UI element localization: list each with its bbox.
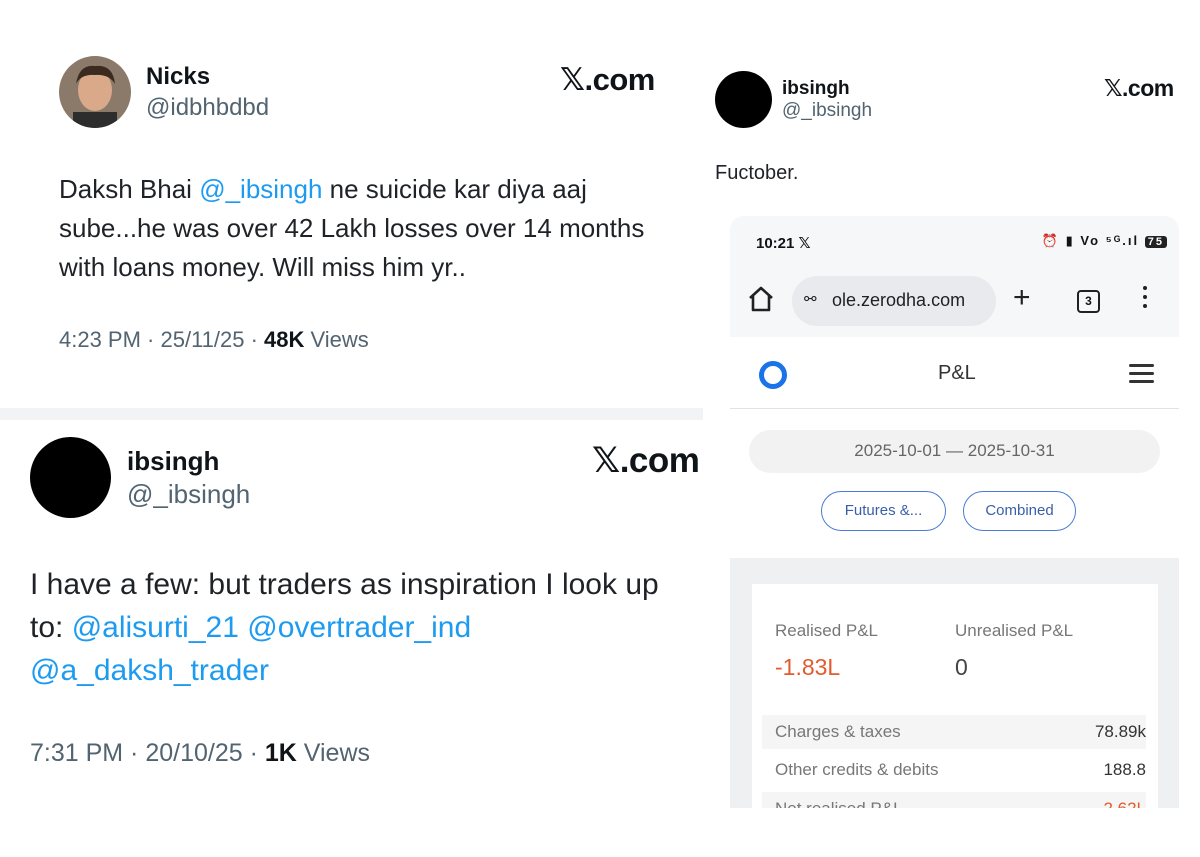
x-logo-domain: .com xyxy=(619,441,700,480)
new-tab-icon[interactable]: + xyxy=(1013,281,1031,315)
author-handle[interactable]: @_ibsingh xyxy=(127,479,250,510)
date-range-text: 2025-10-01 — 2025-10-31 xyxy=(749,441,1160,461)
unrealised-pnl-label: Unrealised P&L xyxy=(955,621,1074,640)
tweet-text: Daksh Bhai @_ibsingh ne suicide kar diya… xyxy=(59,170,659,287)
home-icon[interactable] xyxy=(746,284,776,314)
status-bar-icons: ⏰ ▮ Vo ⁵ᴳ.ıl 75 xyxy=(1042,233,1167,249)
avatar[interactable] xyxy=(715,71,772,128)
views-label: Views xyxy=(296,739,371,767)
date-from: 2025-10-01 xyxy=(854,441,942,460)
x-icon: 𝕏 xyxy=(560,62,585,98)
author-name[interactable]: ibsingh xyxy=(127,446,219,477)
mention-link[interactable]: @_ibsingh xyxy=(199,174,322,204)
mention-link[interactable]: @overtrader_ind xyxy=(247,611,471,644)
row-value: 188.8 xyxy=(1103,760,1146,779)
signal-icon: ⏰ ▮ Vo ⁵ᴳ.ıl xyxy=(1041,233,1140,248)
tweet-timestamp[interactable]: 4:23 PM · 25/11/25 · xyxy=(59,327,264,352)
row-label: Net realised P&L xyxy=(775,799,903,808)
realised-pnl-label: Realised P&L xyxy=(775,621,879,640)
unrealised-pnl-value: 0 xyxy=(955,654,968,680)
x-icon: 𝕏 xyxy=(592,441,620,481)
author-name[interactable]: Nicks xyxy=(146,63,210,91)
realised-pnl-value: -1.83L xyxy=(775,654,841,680)
header-divider xyxy=(730,408,1179,409)
tweet-text: I have a few: but traders as inspiration… xyxy=(30,563,700,692)
mention-link[interactable]: @a_daksh_trader xyxy=(30,654,269,687)
tweet-meta: 4:23 PM · 25/11/25 · 48K Views xyxy=(59,327,369,353)
author-handle[interactable]: @_ibsingh xyxy=(782,100,872,122)
author-handle[interactable]: @idbhbdbd xyxy=(146,94,269,122)
row-label: Other credits & debits xyxy=(775,760,939,779)
net-realised-row: Net realised P&L -2.62L xyxy=(762,792,1146,808)
views-count: 48K xyxy=(264,327,305,352)
date-range-picker[interactable]: 2025-10-01 — 2025-10-31 xyxy=(749,430,1160,473)
segment-filter-button[interactable]: Futures &... xyxy=(821,491,946,531)
status-bar-time: 10:21 𝕏 xyxy=(756,234,811,252)
more-menu-icon[interactable] xyxy=(1143,286,1149,313)
attached-screenshot: 10:21 𝕏 ⏰ ▮ Vo ⁵ᴳ.ıl 75 ⚯ ole.zerodha.co… xyxy=(730,216,1179,808)
x-logo: 𝕏.com xyxy=(1104,75,1174,102)
site-settings-icon[interactable]: ⚯ xyxy=(804,290,817,308)
row-value: -2.62L xyxy=(1098,799,1146,808)
x-icon: 𝕏 xyxy=(798,235,811,252)
tweet-meta: 7:31 PM · 20/10/25 · 1K Views xyxy=(30,739,370,768)
tweet-text-pre: Daksh Bhai xyxy=(59,174,200,204)
x-icon: 𝕏 xyxy=(1104,76,1123,102)
avatar-photo xyxy=(59,56,131,128)
tweet-timestamp[interactable]: 7:31 PM · 20/10/25 · xyxy=(30,739,265,767)
date-to: 2025-10-31 xyxy=(967,441,1055,460)
address-bar[interactable]: ⚯ ole.zerodha.com xyxy=(792,276,996,326)
author-name[interactable]: ibsingh xyxy=(782,78,850,100)
hamburger-menu-icon[interactable] xyxy=(1129,364,1154,388)
mention-link[interactable]: @alisurti_21 xyxy=(72,611,239,644)
avatar[interactable] xyxy=(30,437,111,518)
x-logo-domain: .com xyxy=(584,62,655,97)
row-label: Charges & taxes xyxy=(775,722,901,741)
charges-row: Charges & taxes 78.89k xyxy=(762,715,1146,749)
x-logo: 𝕏.com xyxy=(560,62,655,98)
x-logo-domain: .com xyxy=(1122,75,1174,101)
x-logo: 𝕏.com xyxy=(592,441,700,481)
date-separator: — xyxy=(946,441,963,460)
combined-filter-button[interactable]: Combined xyxy=(963,491,1076,531)
avatar[interactable] xyxy=(59,56,131,128)
pnl-summary-card: Realised P&L -1.83L Unrealised P&L 0 Cha… xyxy=(752,584,1158,808)
views-label: Views xyxy=(304,327,369,352)
kite-logo-icon[interactable] xyxy=(759,361,787,389)
tabs-count-icon[interactable]: 3 xyxy=(1077,290,1100,313)
row-value: 78.89k xyxy=(1094,722,1146,741)
status-time: 10:21 xyxy=(756,235,795,252)
battery-icon: 75 xyxy=(1144,236,1167,248)
views-count: 1K xyxy=(264,739,297,767)
page-title: P&L xyxy=(938,362,976,384)
tweet-text: Fuctober. xyxy=(715,162,799,184)
url-text[interactable]: ole.zerodha.com xyxy=(832,290,965,311)
divider xyxy=(0,408,703,420)
other-credits-row: Other credits & debits 188.8 xyxy=(762,753,1146,787)
